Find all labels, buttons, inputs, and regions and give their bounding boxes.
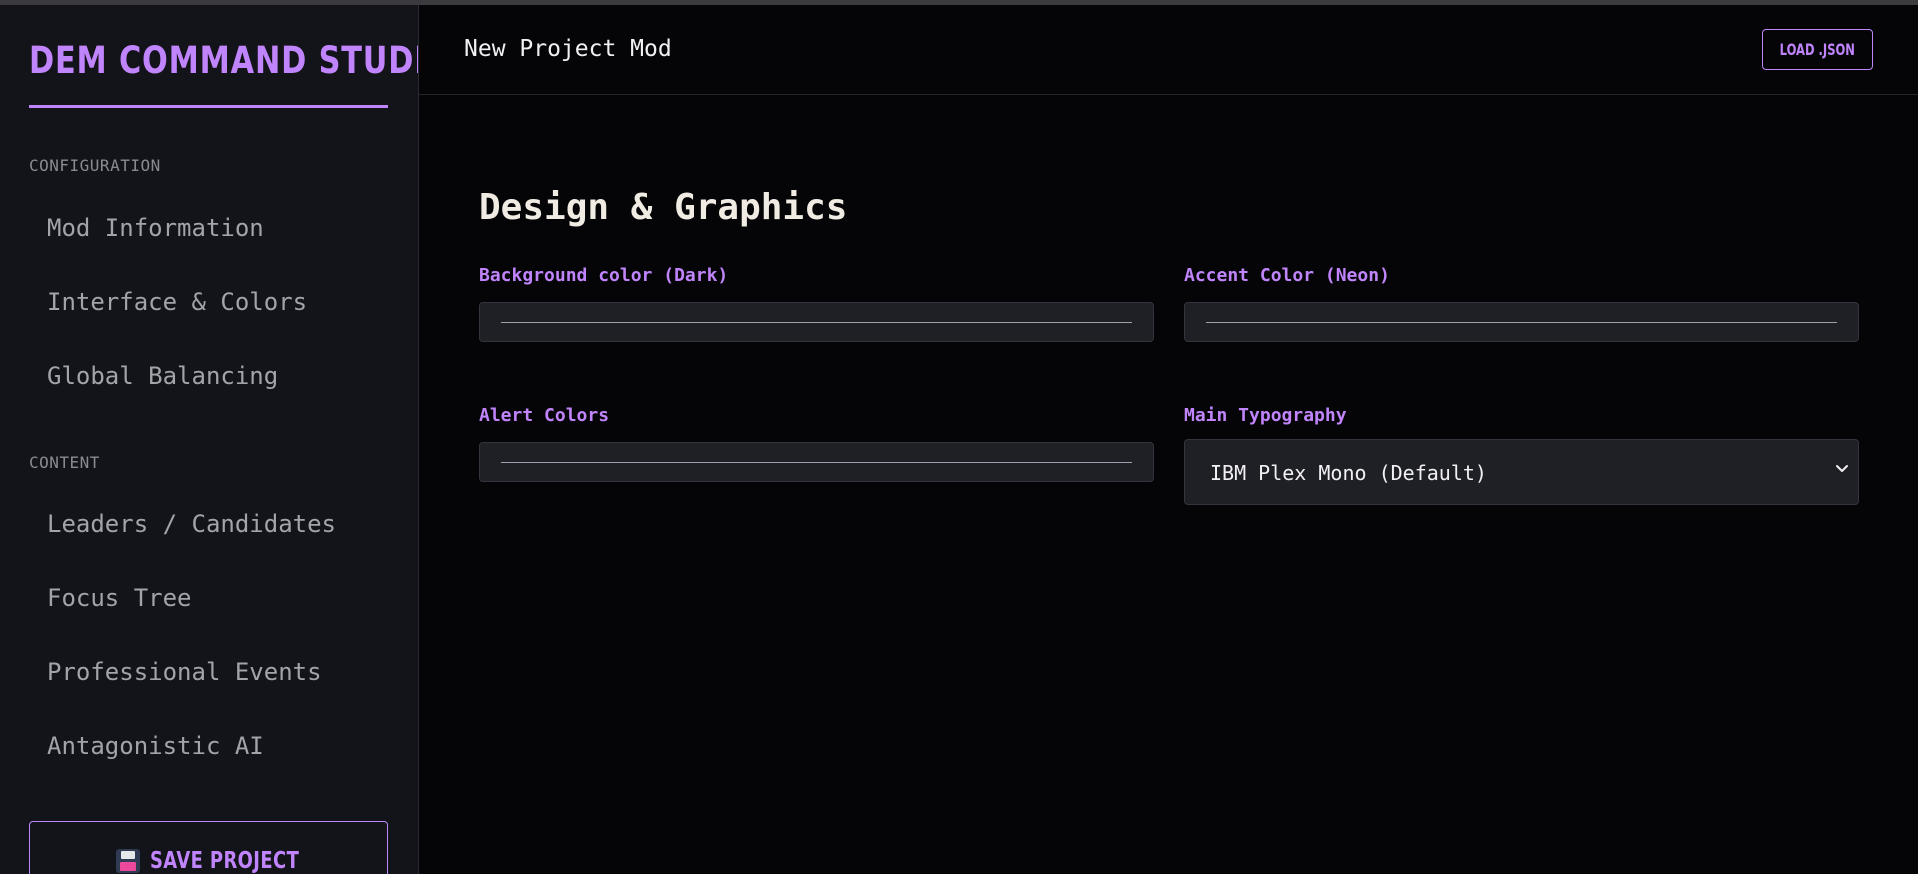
chevron-down-icon bbox=[1836, 465, 1848, 472]
section-label-configuration: CONFIGURATION bbox=[29, 156, 161, 175]
page-title: Design & Graphics bbox=[479, 187, 848, 228]
save-project-label: SAVE PROJECT bbox=[149, 848, 300, 874]
alert-colors-input[interactable] bbox=[479, 442, 1154, 482]
nav-item-antagonistic-ai[interactable]: Antagonistic AI bbox=[47, 732, 264, 760]
section-label-content: CONTENT bbox=[29, 453, 100, 472]
brand-title: DEM COMMAND STUDIO bbox=[29, 39, 419, 82]
alert-colors-swatch bbox=[501, 462, 1132, 463]
accent-color-swatch bbox=[1206, 322, 1837, 323]
accent-color-input[interactable] bbox=[1184, 302, 1859, 342]
background-color-input[interactable] bbox=[479, 302, 1154, 342]
nav-item-mod-information[interactable]: Mod Information bbox=[47, 214, 264, 242]
main-typography-label: Main Typography bbox=[1184, 405, 1347, 426]
nav-item-focus-tree[interactable]: Focus Tree bbox=[47, 584, 192, 612]
main-typography-value: IBM Plex Mono (Default) bbox=[1210, 461, 1487, 485]
nav-item-global-balancing[interactable]: Global Balancing bbox=[47, 362, 278, 390]
main-content: New Project Mod LOAD .JSON Design & Grap… bbox=[419, 5, 1918, 874]
floppy-disk-icon bbox=[115, 849, 140, 873]
background-color-label: Background color (Dark) bbox=[479, 265, 729, 286]
accent-color-label: Accent Color (Neon) bbox=[1184, 265, 1390, 286]
app-root: DEM COMMAND STUDIO CONFIGURATION Mod Inf… bbox=[0, 5, 1918, 874]
project-title: New Project Mod bbox=[464, 36, 672, 62]
nav-item-professional-events[interactable]: Professional Events bbox=[47, 658, 322, 686]
nav-item-leaders-candidates[interactable]: Leaders / Candidates bbox=[47, 510, 336, 538]
alert-colors-label: Alert Colors bbox=[479, 405, 610, 426]
load-json-label: LOAD .JSON bbox=[1779, 40, 1856, 59]
load-json-button[interactable]: LOAD .JSON bbox=[1762, 29, 1873, 70]
background-color-swatch bbox=[501, 322, 1132, 323]
save-project-button[interactable]: SAVE PROJECT bbox=[29, 821, 388, 874]
top-header: New Project Mod LOAD .JSON bbox=[419, 5, 1918, 95]
brand-underline bbox=[29, 105, 388, 108]
sidebar: DEM COMMAND STUDIO CONFIGURATION Mod Inf… bbox=[0, 5, 419, 874]
main-typography-select[interactable]: IBM Plex Mono (Default) bbox=[1184, 439, 1859, 505]
nav-item-interface-colors[interactable]: Interface & Colors bbox=[47, 288, 307, 316]
